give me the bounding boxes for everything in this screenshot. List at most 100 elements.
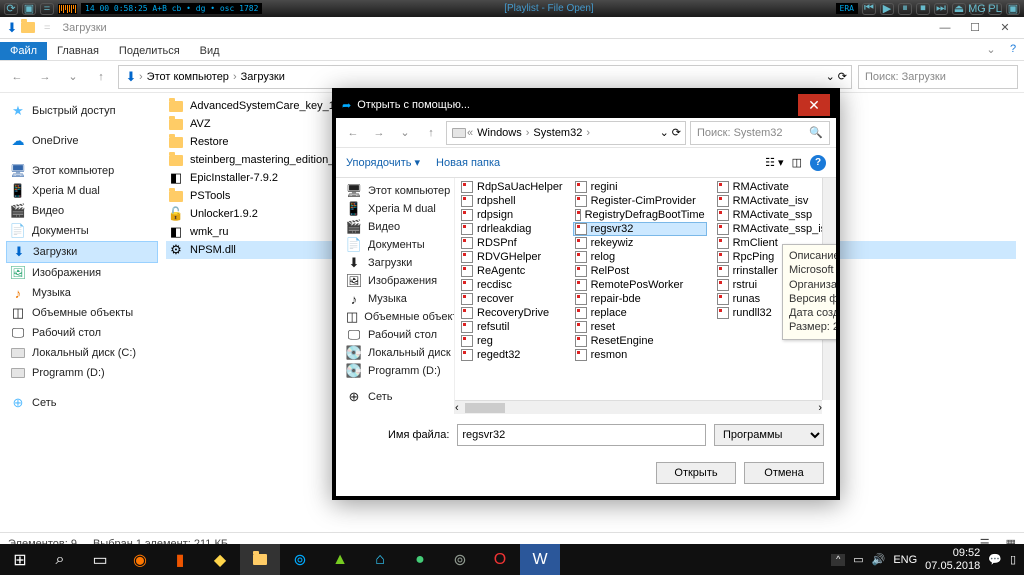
- filename-input[interactable]: [457, 424, 706, 446]
- file-item[interactable]: recdisc: [459, 278, 565, 292]
- file-item[interactable]: replace: [573, 306, 707, 320]
- refresh-icon[interactable]: ⟳: [672, 126, 681, 139]
- file-item[interactable]: RMActivate: [715, 180, 834, 194]
- filetype-select[interactable]: Программы: [714, 424, 824, 446]
- sidebar-item-documents[interactable]: 📄Документы: [6, 221, 158, 241]
- sidebar-item-xperia[interactable]: 📱Xperia M dual: [6, 181, 158, 201]
- wa-mg-icon[interactable]: MG: [970, 3, 984, 15]
- dialog-sidebar-item[interactable]: ◫Объемные объекты: [336, 308, 454, 326]
- file-item[interactable]: rdrleakdiag: [459, 222, 565, 236]
- cancel-button[interactable]: Отмена: [744, 462, 824, 484]
- tab-file[interactable]: Файл: [0, 42, 47, 60]
- address-bar[interactable]: ⬇ › Этот компьютер › Загрузки ⌄ ⟳: [118, 65, 852, 89]
- down-arrow-icon[interactable]: ⬇: [4, 20, 20, 36]
- tab-view[interactable]: Вид: [190, 42, 230, 60]
- dialog-sidebar-item[interactable]: 🎬Видео: [336, 218, 454, 236]
- taskbar-app-explorer[interactable]: [240, 544, 280, 575]
- dialog-sidebar-item[interactable]: ⬇Загрузки: [336, 254, 454, 272]
- refresh-icon[interactable]: ⟳: [838, 70, 847, 83]
- language-indicator[interactable]: ENG: [893, 554, 917, 566]
- dialog-sidebar-item[interactable]: 🖵Рабочий стол: [336, 326, 454, 344]
- organize-button[interactable]: Упорядочить ▾: [346, 156, 420, 169]
- ribbon-expand-icon[interactable]: ⌄: [980, 38, 1002, 60]
- nav-back-button[interactable]: ←: [6, 66, 28, 88]
- nav-forward-button[interactable]: →: [368, 122, 390, 144]
- dialog-sidebar-item[interactable]: 🖼Изображения: [336, 272, 454, 290]
- file-item[interactable]: ReAgentc: [459, 264, 565, 278]
- dialog-address-bar[interactable]: « Windows › System32 › ⌄⟳: [446, 121, 686, 145]
- file-item[interactable]: RDSPnf: [459, 236, 565, 250]
- next-icon[interactable]: ⏭: [934, 3, 948, 15]
- sidebar-item-music[interactable]: ♪Музыка: [6, 283, 158, 303]
- taskbar-app[interactable]: ⊚: [440, 544, 480, 575]
- sidebar-item-d-drive[interactable]: Programm (D:): [6, 363, 158, 383]
- breadcrumb-item[interactable]: System32: [529, 127, 586, 139]
- file-item[interactable]: RecoveryDrive: [459, 306, 565, 320]
- minimize-all-icon[interactable]: ▯: [1010, 553, 1016, 566]
- open-button[interactable]: Открыть: [656, 462, 736, 484]
- clock[interactable]: 09:52 07.05.2018: [925, 547, 980, 571]
- sidebar-item-quick-access[interactable]: ★Быстрый доступ: [6, 101, 158, 121]
- search-input[interactable]: Поиск: Загрузки: [858, 65, 1018, 89]
- file-item[interactable]: regsvr32: [573, 222, 707, 236]
- file-item[interactable]: rdpsign: [459, 208, 565, 222]
- minimize-button[interactable]: —: [930, 19, 960, 37]
- file-item[interactable]: rekeywiz: [573, 236, 707, 250]
- task-view-button[interactable]: ▭: [80, 544, 120, 575]
- sidebar-item-3d[interactable]: ◫Объемные объекты: [6, 303, 158, 323]
- file-item[interactable]: reset: [573, 320, 707, 334]
- wa-control-icon[interactable]: ▣: [22, 3, 36, 15]
- dialog-sidebar-item[interactable]: 📱Xperia M dual: [336, 200, 454, 218]
- tab-share[interactable]: Поделиться: [109, 42, 190, 60]
- file-item[interactable]: regini: [573, 180, 707, 194]
- chevron-down-icon[interactable]: ⌄: [826, 70, 835, 83]
- nav-up-button[interactable]: ↑: [420, 122, 442, 144]
- sidebar-item-this-pc[interactable]: 🖥Этот компьютер: [6, 161, 158, 181]
- dialog-search-input[interactable]: Поиск: System32🔍: [690, 121, 830, 145]
- notifications-icon[interactable]: 💬: [988, 553, 1002, 566]
- taskbar-app[interactable]: ●: [400, 544, 440, 575]
- file-item[interactable]: RemotePosWorker: [573, 278, 707, 292]
- breadcrumb-item[interactable]: Этот компьютер: [143, 71, 233, 83]
- taskbar-app-word[interactable]: W: [520, 544, 560, 575]
- tab-home[interactable]: Главная: [47, 42, 109, 60]
- file-item[interactable]: RdpSaUacHelper: [459, 180, 565, 194]
- search-button[interactable]: ⌕: [40, 544, 80, 575]
- chevron-down-icon[interactable]: ⌄: [660, 126, 669, 139]
- volume-icon[interactable]: 🔊: [872, 553, 886, 566]
- play-icon[interactable]: ▶: [880, 3, 894, 15]
- file-item[interactable]: ResetEngine: [573, 334, 707, 348]
- breadcrumb-item[interactable]: Windows: [473, 127, 526, 139]
- sidebar-item-downloads[interactable]: ⬇Загрузки: [6, 241, 158, 263]
- dialog-sidebar-item[interactable]: 📄Документы: [336, 236, 454, 254]
- nav-forward-button[interactable]: →: [34, 66, 56, 88]
- help-icon[interactable]: ?: [1002, 38, 1024, 60]
- sidebar-item-c-drive[interactable]: Локальный диск (C:): [6, 343, 158, 363]
- taskbar-app-opera[interactable]: O: [480, 544, 520, 575]
- sidebar-item-network[interactable]: ⊕Сеть: [6, 393, 158, 413]
- horizontal-scrollbar[interactable]: ‹›: [455, 400, 822, 414]
- dialog-close-button[interactable]: ✕: [798, 94, 830, 116]
- eject-icon[interactable]: ⏏: [952, 3, 966, 15]
- taskbar-app[interactable]: ◆: [200, 544, 240, 575]
- chevron-down-icon[interactable]: ⌄: [62, 66, 84, 88]
- nav-up-button[interactable]: ↑: [90, 66, 112, 88]
- pause-icon[interactable]: ⏸: [898, 3, 912, 15]
- wa-close-icon[interactable]: ▣: [1006, 3, 1020, 15]
- taskbar-app[interactable]: ▲: [320, 544, 360, 575]
- dialog-sidebar-item[interactable]: ♪Музыка: [336, 290, 454, 308]
- tray-overflow-icon[interactable]: ^: [831, 554, 845, 566]
- preview-pane-icon[interactable]: ◫: [792, 156, 802, 169]
- network-icon[interactable]: ▭: [853, 553, 863, 566]
- file-item[interactable]: Register-CimProvider: [573, 194, 707, 208]
- file-item[interactable]: resmon: [573, 348, 707, 362]
- file-item[interactable]: RelPost: [573, 264, 707, 278]
- dialog-sidebar-item[interactable]: 🖥Этот компьютер: [336, 182, 454, 200]
- breadcrumb-item[interactable]: Загрузки: [237, 71, 289, 83]
- stop-icon[interactable]: ⏹: [916, 3, 930, 15]
- sidebar-item-desktop[interactable]: 🖵Рабочий стол: [6, 323, 158, 343]
- sidebar-item-images[interactable]: 🖼Изображения: [6, 263, 158, 283]
- file-item[interactable]: RegistryDefragBootTime: [573, 208, 707, 222]
- wa-control-icon[interactable]: ⟳: [4, 3, 18, 15]
- taskbar-app[interactable]: ⊚: [280, 544, 320, 575]
